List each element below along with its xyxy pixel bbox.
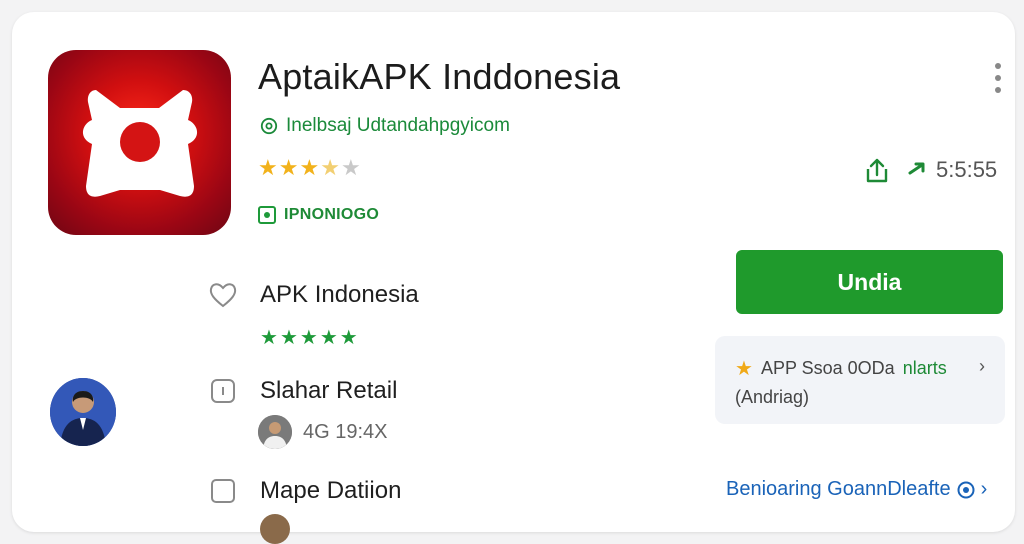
list-item-slahar-retail[interactable]: Slahar Retail <box>208 376 397 406</box>
star-icon: ★ <box>278 155 299 180</box>
star-icon: ★ <box>258 155 278 180</box>
more-info-link[interactable]: Benioaring GoannDleafte › <box>726 478 987 501</box>
list-item-label: Mape Datiion <box>260 477 402 504</box>
heart-icon <box>209 283 237 308</box>
checkbox-icon[interactable] <box>208 476 238 506</box>
avatar[interactable] <box>50 378 116 446</box>
list-item-stars: ★ ★ ★ ★ ★ <box>260 327 358 349</box>
promo-highlight: nlarts <box>902 358 947 378</box>
app-card: AptaikAPK Inddonesia Inelbsaj Udtandahpg… <box>12 12 1015 544</box>
app-logo-icon <box>82 90 198 197</box>
at-sign-icon <box>260 117 278 135</box>
promo-text: APP Ssoa 0ODa <box>760 358 895 378</box>
info-icon <box>211 379 235 403</box>
avatar-image <box>258 415 292 449</box>
promo-subtext: (Andriag) <box>735 387 810 407</box>
app-icon[interactable] <box>48 50 231 235</box>
list-item-apk-indonesia[interactable]: APK Indonesia <box>208 280 419 310</box>
star-icon: ★ <box>339 327 358 349</box>
install-button[interactable]: Undia <box>736 250 1003 314</box>
verified-icon <box>258 206 276 224</box>
info-circle-icon <box>957 481 975 498</box>
share-icon[interactable] <box>862 156 892 186</box>
avatar-image <box>50 378 116 446</box>
promo-card[interactable]: ★ APP Ssoa 0ODa nlarts › (Andriag) <box>715 336 1005 424</box>
content-badge: IPNONIOGO <box>258 206 379 224</box>
developer-row[interactable]: Inelbsaj Udtandahpgyicom <box>260 114 510 138</box>
more-vert-icon[interactable] <box>990 60 1006 96</box>
list-item-label: APK Indonesia <box>260 281 419 308</box>
star-icon: ★ <box>260 327 278 349</box>
badge-text: IPNONIOGO <box>284 206 380 223</box>
developer-link[interactable]: Inelbsaj Udtandahpgyicom <box>286 115 510 137</box>
app-title: AptaikAPK Inddonesia <box>258 56 621 97</box>
avatar <box>258 415 292 449</box>
list-item-mape-datiion[interactable]: Mape Datiion <box>208 476 401 506</box>
avatar <box>260 514 290 544</box>
chevron-right-icon: › <box>979 356 985 376</box>
arrow-icon <box>908 162 925 175</box>
app-rating-stars: ★ ★ ★ ★ ★ <box>258 156 361 180</box>
chevron-right-icon: › <box>980 478 988 500</box>
list-item-label: Slahar Retail <box>260 377 398 404</box>
star-half-icon: ★ <box>320 155 340 180</box>
download-stat[interactable]: 5:5:55 <box>908 157 997 183</box>
star-icon: ★ <box>279 327 298 349</box>
star-icon: ★ <box>299 155 320 180</box>
star-icon: ★ <box>735 358 753 380</box>
more-info-label: Benioaring GoannDleafte <box>726 478 951 500</box>
star-empty-icon: ★ <box>340 155 361 180</box>
list-item-meta: 4G 19:4X <box>303 421 388 443</box>
promo-line1: ★ APP Ssoa 0ODa nlarts <box>735 356 947 381</box>
star-icon: ★ <box>299 327 318 349</box>
download-count: 5:5:55 <box>936 157 998 182</box>
star-icon: ★ <box>319 327 338 349</box>
